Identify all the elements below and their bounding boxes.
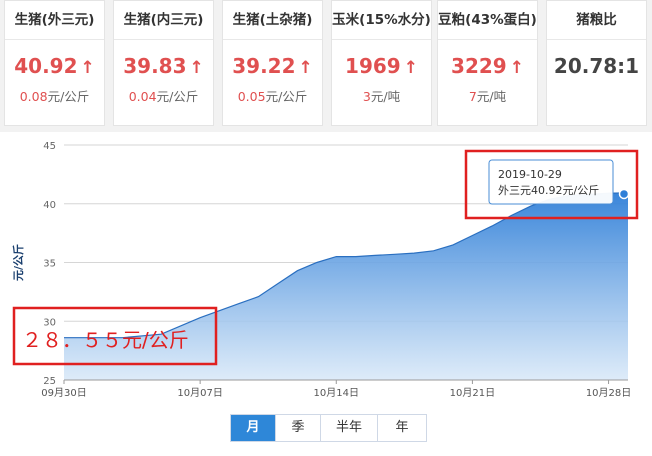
price-card[interactable]: 猪粮比 20.78:1 bbox=[546, 0, 647, 126]
x-tick-label: 10月21日 bbox=[450, 387, 495, 399]
y-tick-label: 45 bbox=[43, 141, 56, 152]
card-change-unit: 元/吨 bbox=[476, 89, 507, 104]
card-change-value: 0.04 bbox=[128, 89, 157, 104]
card-value-text: 39.83 bbox=[123, 54, 187, 78]
data-point bbox=[618, 188, 630, 200]
card-title: 猪粮比 bbox=[547, 1, 646, 40]
card-change: 0.08元/公斤 bbox=[5, 86, 104, 105]
price-card[interactable]: 生猪(土杂猪) 39.22 ↑ 0.05元/公斤 bbox=[222, 0, 323, 126]
chart-svg: 25 30 35 40 45 元/公斤 09月30日 10月07日 10月14日 10月21日 10… bbox=[11, 141, 639, 399]
card-change-value: 7 bbox=[468, 89, 477, 104]
card-value: 1969 ↑ bbox=[332, 54, 431, 78]
price-card[interactable]: 豆粕(43%蛋白) 3229 ↑ 7元/吨 bbox=[437, 0, 538, 126]
card-value: 39.83 ↑ bbox=[114, 54, 213, 78]
card-change-value: 3 bbox=[362, 89, 371, 104]
card-change: 3元/吨 bbox=[332, 86, 431, 105]
up-arrow-icon: ↑ bbox=[80, 58, 95, 78]
card-title: 玉米(15%水分) bbox=[332, 1, 431, 40]
annotation-text: ２８．５５元/公斤 bbox=[22, 328, 189, 352]
price-chart: 25 30 35 40 45 元/公斤 09月30日 10月07日 10月14日 10月21日 10… bbox=[0, 132, 652, 408]
card-value-text: 3229 bbox=[451, 54, 507, 78]
range-tab[interactable]: 季 bbox=[276, 415, 321, 441]
card-value-text: 1969 bbox=[345, 54, 401, 78]
card-change-unit: 元/吨 bbox=[370, 89, 401, 104]
card-value-text: 39.22 bbox=[232, 54, 296, 78]
x-tick-label: 10月28日 bbox=[586, 387, 631, 399]
card-value: 20.78:1 bbox=[547, 54, 646, 78]
up-arrow-icon: ↑ bbox=[298, 58, 313, 78]
tooltip-box bbox=[488, 159, 614, 205]
up-arrow-icon: ↑ bbox=[403, 58, 418, 78]
card-value: 3229 ↑ bbox=[438, 54, 537, 78]
x-tick-label: 10月07日 bbox=[177, 387, 222, 399]
y-tick-label: 25 bbox=[43, 376, 56, 387]
range-tab[interactable]: 年 bbox=[378, 415, 426, 441]
card-change-value: 0.08 bbox=[19, 89, 48, 104]
y-tick-label: 40 bbox=[43, 200, 56, 211]
card-change: 7元/吨 bbox=[438, 86, 537, 105]
tooltip-date: 2019-10-29 bbox=[498, 168, 562, 181]
y-axis-label: 元/公斤 bbox=[11, 244, 25, 281]
price-card[interactable]: 玉米(15%水分) 1969 ↑ 3元/吨 bbox=[331, 0, 432, 126]
price-card[interactable]: 生猪(外三元) 40.92 ↑ 0.08元/公斤 bbox=[4, 0, 105, 126]
card-title: 豆粕(43%蛋白) bbox=[438, 1, 537, 40]
y-tick-label: 30 bbox=[43, 317, 56, 328]
card-change: 0.04元/公斤 bbox=[114, 86, 213, 105]
card-title: 生猪(外三元) bbox=[5, 1, 104, 40]
price-cards: 生猪(外三元) 40.92 ↑ 0.08元/公斤 生猪(内三元) 39.83 ↑ 0.04元/… bbox=[0, 0, 652, 132]
x-tick-label: 10月14日 bbox=[314, 387, 359, 399]
range-tabs: 月季半年年 bbox=[230, 414, 427, 442]
range-tab[interactable]: 半年 bbox=[321, 415, 378, 441]
card-change-value: 0.05 bbox=[237, 89, 266, 104]
x-tick-label: 09月30日 bbox=[41, 387, 86, 399]
up-arrow-icon: ↑ bbox=[189, 58, 204, 78]
tooltip-value: 外三元40.92元/公斤 bbox=[498, 184, 599, 197]
card-value-text: 20.78:1 bbox=[553, 54, 640, 78]
y-tick-label: 35 bbox=[43, 259, 56, 270]
card-change-unit: 元/公斤 bbox=[156, 89, 199, 104]
range-tab[interactable]: 月 bbox=[231, 415, 276, 441]
up-arrow-icon: ↑ bbox=[509, 58, 524, 78]
card-value-text: 40.92 bbox=[14, 54, 78, 78]
card-change: 0.05元/公斤 bbox=[223, 86, 322, 105]
price-card[interactable]: 生猪(内三元) 39.83 ↑ 0.04元/公斤 bbox=[113, 0, 214, 126]
card-title: 生猪(土杂猪) bbox=[223, 1, 322, 40]
card-value: 40.92 ↑ bbox=[5, 54, 104, 78]
card-change-unit: 元/公斤 bbox=[265, 89, 308, 104]
card-title: 生猪(内三元) bbox=[114, 1, 213, 40]
card-value: 39.22 ↑ bbox=[223, 54, 322, 78]
card-change-unit: 元/公斤 bbox=[47, 89, 90, 104]
